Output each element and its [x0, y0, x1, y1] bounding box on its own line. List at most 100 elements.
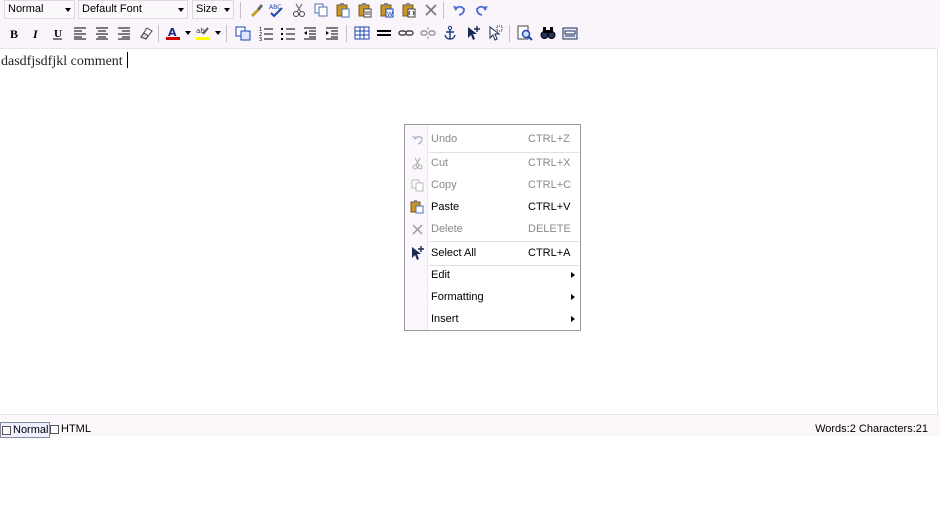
- select-button[interactable]: [485, 23, 505, 43]
- toolbar-separator: [509, 25, 510, 42]
- italic-icon: I: [32, 27, 39, 41]
- link-button[interactable]: [396, 23, 416, 43]
- paste-text-button[interactable]: [355, 0, 375, 20]
- bold-button[interactable]: B: [4, 23, 24, 43]
- redo-button[interactable]: [472, 0, 492, 20]
- ordered-list-icon: 123: [259, 27, 273, 41]
- paste-html-button[interactable]: [399, 0, 419, 20]
- redo-icon: [476, 5, 488, 16]
- unlink-button[interactable]: [418, 23, 438, 43]
- form-button[interactable]: [560, 23, 580, 43]
- select-all-button[interactable]: [463, 23, 483, 43]
- align-left-button[interactable]: [70, 23, 90, 43]
- bold-icon: B: [10, 27, 18, 41]
- font-size-value: Size: [196, 3, 218, 15]
- menu-item-insert[interactable]: Insert: [405, 308, 580, 330]
- select-icon: [489, 25, 503, 41]
- paste-word-icon: W: [380, 3, 394, 18]
- outdent-icon: [304, 27, 316, 40]
- paste-icon: [336, 3, 350, 18]
- select-all-icon: [468, 26, 480, 40]
- eraser-icon: [140, 27, 153, 40]
- context-menu: Undo CTRL+Z Cut CTRL+X Copy CTRL+C Paste…: [404, 124, 581, 331]
- unordered-list-button[interactable]: [278, 23, 298, 43]
- font-color-icon: A: [166, 26, 180, 40]
- align-right-icon: [118, 27, 130, 40]
- menu-item-undo[interactable]: Undo CTRL+Z: [405, 128, 580, 150]
- paste-word-button[interactable]: W: [377, 0, 397, 20]
- menu-item-edit[interactable]: Edit: [405, 264, 580, 286]
- chevron-down-icon[interactable]: [185, 31, 191, 35]
- ordered-list-button[interactable]: 123: [256, 23, 276, 43]
- anchor-button[interactable]: [440, 23, 460, 43]
- normal-mode-tab[interactable]: Normal: [0, 422, 51, 438]
- horizontal-rule-icon: [377, 30, 391, 36]
- editor-toolbar: Normal Default Font Size ABC W B I U A a…: [0, 0, 940, 48]
- highlight-color-button[interactable]: ab: [193, 23, 213, 43]
- paste-button[interactable]: [333, 0, 353, 20]
- svg-text:3: 3: [259, 37, 262, 41]
- menu-item-cut[interactable]: Cut CTRL+X: [405, 152, 580, 174]
- underline-icon: U: [53, 28, 62, 40]
- toolbar-separator: [158, 25, 159, 42]
- align-center-button[interactable]: [92, 23, 112, 43]
- svg-text:I: I: [32, 27, 39, 41]
- html-mode-icon: [50, 425, 59, 434]
- table-button[interactable]: [352, 23, 372, 43]
- horizontal-rule-button[interactable]: [374, 23, 394, 43]
- font-color-button[interactable]: A: [163, 23, 183, 43]
- undo-icon: [410, 132, 424, 146]
- html-mode-label: HTML: [61, 423, 91, 435]
- font-family-select[interactable]: Default Font: [78, 0, 188, 19]
- status-bar: Normal HTML Words:2 Characters:21: [0, 414, 940, 438]
- align-right-button[interactable]: [114, 23, 134, 43]
- paragraph-format-value: Normal: [8, 3, 44, 15]
- spellcheck-button[interactable]: ABC: [267, 0, 287, 20]
- cut-icon: [293, 3, 305, 17]
- copy-icon: [410, 178, 424, 192]
- delete-button[interactable]: [421, 0, 441, 20]
- submenu-arrow-icon: [571, 272, 575, 278]
- editor-content[interactable]: dasdfjsdfjkl comment: [1, 52, 128, 70]
- svg-text:W: W: [387, 11, 393, 18]
- toolbar-separator: [240, 2, 241, 19]
- cut-icon: [410, 156, 424, 170]
- find-button[interactable]: [538, 23, 558, 43]
- cut-button[interactable]: [289, 0, 309, 20]
- html-mode-tab[interactable]: HTML: [50, 422, 91, 437]
- indent-button[interactable]: [322, 23, 342, 43]
- copy-icon: [314, 3, 328, 17]
- toolbar-separator: [226, 25, 227, 42]
- undo-icon: [453, 5, 465, 16]
- toolbar-separator: [443, 2, 444, 19]
- font-size-select[interactable]: Size: [192, 0, 234, 19]
- underline-button[interactable]: U: [48, 23, 68, 43]
- menu-item-select-all[interactable]: Select All CTRL+A: [405, 242, 580, 264]
- chevron-down-icon: [65, 8, 71, 12]
- find-icon: [540, 27, 556, 39]
- menu-item-delete[interactable]: Delete DELETE: [405, 218, 580, 240]
- format-brush-button[interactable]: [246, 0, 266, 20]
- copy-button[interactable]: [311, 0, 331, 20]
- chevron-down-icon: [224, 8, 230, 12]
- svg-text:U: U: [54, 28, 62, 40]
- undo-button[interactable]: [449, 0, 469, 20]
- outdent-button[interactable]: [300, 23, 320, 43]
- insert-snippet-button[interactable]: [233, 23, 253, 43]
- eraser-button[interactable]: [136, 23, 156, 43]
- chevron-down-icon: [178, 8, 184, 12]
- menu-item-formatting[interactable]: Formatting: [405, 286, 580, 308]
- table-icon: [354, 26, 370, 40]
- menu-item-copy[interactable]: Copy CTRL+C: [405, 174, 580, 196]
- form-icon: [562, 27, 578, 40]
- align-center-icon: [96, 27, 108, 40]
- preview-button[interactable]: [515, 23, 535, 43]
- format-brush-icon: [251, 4, 263, 17]
- italic-button[interactable]: I: [26, 23, 46, 43]
- delete-icon: [425, 4, 437, 16]
- menu-item-paste[interactable]: Paste CTRL+V: [405, 196, 580, 218]
- highlight-color-icon: ab: [196, 27, 210, 40]
- paragraph-format-select[interactable]: Normal: [4, 0, 75, 19]
- chevron-down-icon[interactable]: [215, 31, 221, 35]
- editor-text: dasdfjsdfjkl comment: [1, 54, 123, 69]
